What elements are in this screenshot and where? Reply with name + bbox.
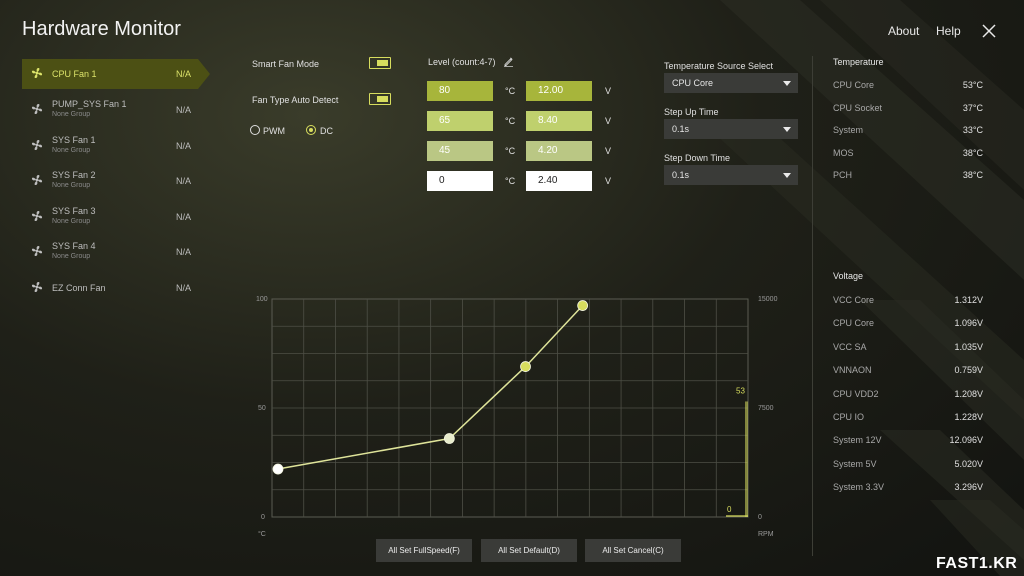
all-set-cancel-button[interactable]: All Set Cancel(C) — [585, 539, 681, 562]
current-rpm-label: 0 — [727, 505, 732, 514]
curve-point[interactable] — [443, 433, 455, 444]
all-set-full-speed-button[interactable]: All Set FullSpeed(F) — [376, 539, 472, 562]
current-temperature-label: 53 — [736, 386, 745, 395]
fan-curve-chart[interactable]: 53 0 — [0, 0, 1024, 576]
curve-point[interactable] — [272, 463, 284, 475]
curve-point[interactable] — [520, 361, 531, 372]
curve-point[interactable] — [577, 300, 589, 311]
all-set-default-button[interactable]: All Set Default(D) — [481, 539, 577, 562]
current-temperature-bar — [745, 401, 748, 517]
watermark: FAST1.KR — [936, 555, 1018, 572]
